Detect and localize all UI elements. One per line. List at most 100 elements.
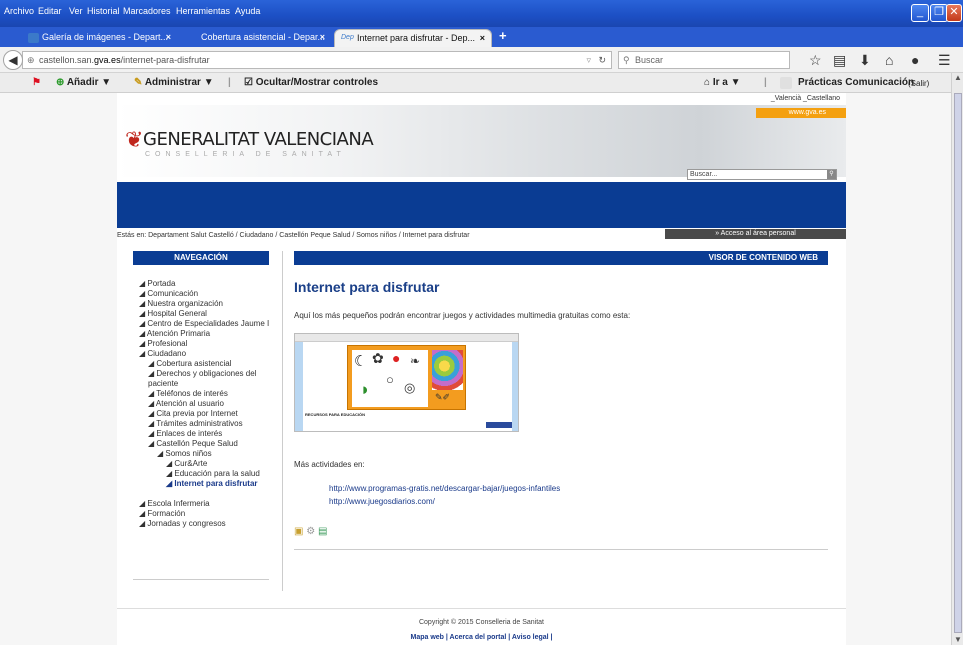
nav-item[interactable]: ◢ Cita previa por Internet [139,409,271,419]
link-programas-gratis[interactable]: http://www.programas-gratis.net/descarga… [329,484,560,493]
send-icon[interactable]: ▤ [318,526,327,537]
scroll-down-icon[interactable]: ▼ [953,635,963,645]
chat-icon[interactable]: ● [911,52,919,68]
back-button[interactable]: ◀ [3,50,23,70]
nav-item[interactable]: ◢ Ciudadano [139,349,271,359]
fruit-icon: ◎ [404,380,416,395]
pencil-icon: ✎ [134,77,143,88]
nav-item[interactable]: ◢ Hospital General [139,309,271,319]
tab-close-icon[interactable]: × [320,29,325,45]
url-bar[interactable]: ⊕ castellon.san.gva.es/internet-para-dis… [22,51,612,69]
profile-name[interactable]: Prácticas Comunicación [798,77,914,88]
nav-item[interactable]: ◢ Formación [139,509,271,519]
divider [294,549,828,550]
activity-screenshot[interactable]: ☾ ✿ ● ❧ ◗ ○ ◎ ✎✐ RECURSOS PARA EDUCACIÓN [294,333,519,432]
tool-icon: ⚑ [32,77,41,88]
nav-item[interactable]: ◢ Atención Primaria [139,329,271,339]
tab-cobertura[interactable]: Cobertura asistencial - Depar... × [181,29,331,47]
banana-icon: ☾ [354,353,368,370]
tab-galeria[interactable]: Galería de imágenes - Depart... × [22,29,177,47]
left-navigation: ◢ Portada ◢ Comunicación ◢ Nuestra organiz… [139,279,271,529]
coloring-area: ☾ ✿ ● ❧ ◗ ○ ◎ [352,350,428,407]
scroll-up-icon[interactable]: ▲ [953,73,963,83]
personal-area-link[interactable]: » Acceso al área personal [665,229,846,239]
blue-nav-bar [117,182,846,228]
site-search-input[interactable]: Buscar... ⚲ [687,169,837,180]
nav-item[interactable]: ◢ Atención al usuario [139,399,271,409]
nav-item[interactable]: ◢ Escola Infermeria [139,499,271,509]
reading-list-icon[interactable]: ▤ [833,52,846,69]
nav-item[interactable]: ◢ Cur&Arte [139,459,271,469]
menu-icon[interactable]: ☰ [938,52,951,69]
goto-button[interactable]: ⌂ Ir a ▼ [704,77,741,88]
goto-label: Ir a ▼ [712,77,741,88]
nav-item[interactable]: ◢ Centro de Especialidades Jaume I [139,319,271,329]
nav-item[interactable]: ◢ Profesional [139,339,271,349]
menu-historial[interactable]: Historial [87,6,120,16]
url-prefix: castellon.san. [39,55,95,65]
bookmark-star-icon[interactable]: ☆ [809,52,822,69]
tab-strip: Galería de imágenes - Depart... × Cobert… [0,27,963,47]
nav-item[interactable]: ◢ Enlaces de interés [139,429,271,439]
download-icon[interactable]: ⬇ [859,52,871,69]
nav-item[interactable]: ◢ Derechos y obligaciones del paciente [139,369,271,389]
image-icon [28,33,39,43]
tab-close-icon[interactable]: × [480,30,485,46]
divider [133,579,269,580]
menubar: Archivo Editar Ver Historial Marcadores … [0,0,963,27]
menu-archivo[interactable]: Archivo [4,6,34,16]
scroll-thumb[interactable] [954,93,962,633]
menu-herramientas[interactable]: Herramientas [176,6,230,16]
thumb-left-panel [295,342,303,431]
search-icon[interactable]: ⚲ [827,170,836,179]
thumb-caption: RECURSOS PARA EDUCACIÓN [305,412,366,417]
language-links[interactable]: _Valencià _Castellano [771,95,840,102]
manage-button[interactable]: ✎ Administrar ▼ [134,77,214,88]
page-scrollbar[interactable]: ▲ ▼ [951,73,963,645]
logo-title: GENERALITAT VALENCIANA [143,129,374,150]
nav-item[interactable]: ◢ Jornadas y congresos [139,519,271,529]
nav-item[interactable]: ◢ Portada [139,279,271,289]
tab-label: Cobertura asistencial - Depar... [201,32,326,42]
tab-label: Internet para disfrutar - Dep... [357,33,476,43]
toggle-controls-button[interactable]: ☑ Ocultar/Mostrar controles [244,77,378,88]
nav-item[interactable]: ◢ Teléfonos de interés [139,389,271,399]
rss-icon[interactable]: ▣ [294,526,303,537]
nav-item[interactable]: ◢ Nuestra organización [139,299,271,309]
tab-close-icon[interactable]: × [166,29,171,45]
gva-link[interactable]: www.gva.es [756,108,846,118]
add-label: Añadir ▼ [66,77,112,88]
link-juegos-diarios[interactable]: http://www.juegosdiarios.com/ [329,497,435,506]
nav-item[interactable]: ◢ Somos niños [139,449,271,459]
nav-item[interactable]: ◢ Comunicación [139,289,271,299]
thumb-browser-bar [295,334,518,342]
breadcrumb[interactable]: Estás en: Departament Salut Castelló / C… [117,232,470,239]
nav-item[interactable]: ◢ Trámites administrativos [139,419,271,429]
fruit-icon: ○ [386,372,394,387]
more-activities-label: Más actividades en: [294,460,365,469]
logo-subtitle: CONSELLERIA DE SANITAT [145,151,346,158]
dropdown-arrow-icon[interactable]: ▿ [586,52,591,68]
nav-item[interactable]: ◢ Internet para disfrutar [139,479,271,489]
menu-ver[interactable]: Ver [69,6,83,16]
nav-item[interactable]: ◢ Educación para la salud [139,469,271,479]
add-button[interactable]: ⊕ Añadir ▼ [56,77,111,88]
menu-marcadores[interactable]: Marcadores [123,6,171,16]
search-input[interactable]: ⚲ Buscar [618,51,790,69]
reload-icon[interactable]: ↻ [598,52,606,68]
new-tab-button[interactable]: + [499,28,507,43]
print-icon[interactable]: ⚙ [306,526,315,537]
footer-links[interactable]: Mapa web | Acerca del portal | Aviso leg… [117,634,846,641]
menu-ayuda[interactable]: Ayuda [235,6,260,16]
minimize-button[interactable]: _ [911,4,929,22]
nav-item[interactable]: ◢ Castellón Peque Salud [139,439,271,449]
menu-editar[interactable]: Editar [38,6,62,16]
checkbox-icon: ☑ [244,77,253,88]
logout-link[interactable]: (Salir) [908,79,929,88]
tab-internet-para-disfrutar[interactable]: Dep Internet para disfrutar - Dep... × [334,29,492,47]
nav-item[interactable]: ◢ Cobertura asistencial [139,359,271,369]
search-placeholder: Buscar [635,55,664,65]
home-icon[interactable]: ⌂ [885,52,893,68]
url-path: /internet-para-disfrutar [120,55,210,65]
close-window-button[interactable]: ✕ [946,4,962,22]
